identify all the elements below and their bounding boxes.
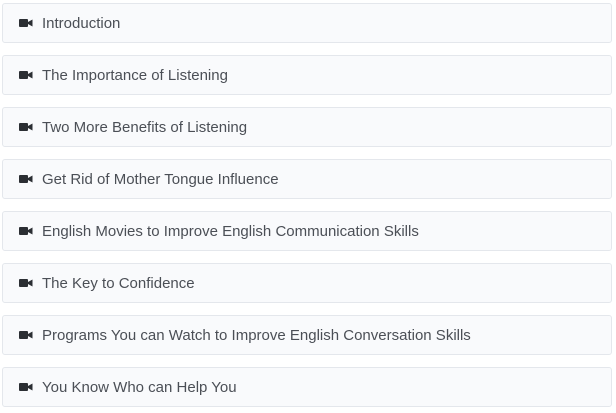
lesson-title: Get Rid of Mother Tongue Influence: [42, 170, 279, 188]
lesson-title: You Know Who can Help You: [42, 378, 237, 396]
video-camera-icon: [19, 382, 33, 392]
lesson-title: The Importance of Listening: [42, 66, 228, 84]
video-camera-icon: [19, 18, 33, 28]
lesson-title: Two More Benefits of Listening: [42, 118, 248, 136]
lesson-item-importance-of-listening[interactable]: The Importance of Listening: [2, 55, 612, 95]
lesson-list: Introduction The Importance of Listening…: [0, 0, 616, 413]
lesson-item-key-to-confidence[interactable]: The Key to Confidence: [2, 263, 612, 303]
video-camera-icon: [19, 226, 33, 236]
lesson-title: English Movies to Improve English Commun…: [42, 222, 419, 240]
video-camera-icon: [19, 330, 33, 340]
video-camera-icon: [19, 278, 33, 288]
lesson-item-english-movies[interactable]: English Movies to Improve English Commun…: [2, 211, 612, 251]
lesson-item-two-more-benefits[interactable]: Two More Benefits of Listening: [2, 107, 612, 147]
lesson-item-who-can-help[interactable]: You Know Who can Help You: [2, 367, 612, 407]
video-camera-icon: [19, 70, 33, 80]
lesson-item-programs-to-watch[interactable]: Programs You can Watch to Improve Englis…: [2, 315, 612, 355]
lesson-item-introduction[interactable]: Introduction: [2, 3, 612, 43]
video-camera-icon: [19, 122, 33, 132]
lesson-title: The Key to Confidence: [42, 274, 195, 292]
lesson-item-mother-tongue-influence[interactable]: Get Rid of Mother Tongue Influence: [2, 159, 612, 199]
video-camera-icon: [19, 174, 33, 184]
lesson-title: Programs You can Watch to Improve Englis…: [42, 326, 471, 344]
lesson-title: Introduction: [42, 14, 121, 32]
